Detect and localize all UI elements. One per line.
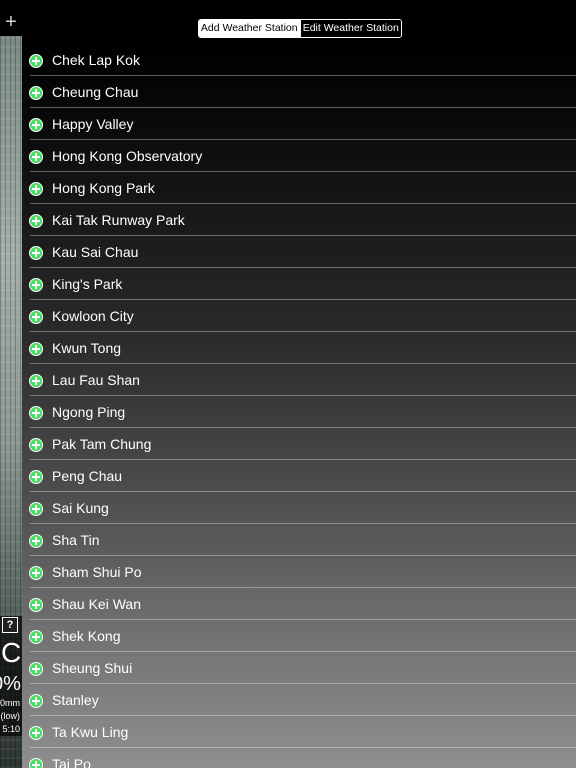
station-row[interactable]: Cheung Chau	[22, 76, 576, 108]
station-name: Sheung Shui	[52, 660, 133, 676]
station-name: Shek Kong	[52, 628, 121, 644]
station-name: Lau Fau Shan	[52, 372, 140, 388]
station-row[interactable]: Hong Kong Park	[22, 172, 576, 204]
plus-icon[interactable]: +	[2, 12, 20, 32]
side-humidity: 0%	[0, 673, 21, 695]
station-row[interactable]: Ngong Ping	[22, 396, 576, 428]
station-row[interactable]: Happy Valley	[22, 108, 576, 140]
station-name: Sham Shui Po	[52, 564, 142, 580]
station-row[interactable]: Ta Kwu Ling	[22, 716, 576, 748]
station-row[interactable]: Sai Kung	[22, 492, 576, 524]
station-row[interactable]: Sha Tin	[22, 524, 576, 556]
add-station-icon[interactable]	[29, 726, 43, 740]
station-row[interactable]: Lau Fau Shan	[22, 364, 576, 396]
station-name: Sai Kung	[52, 500, 109, 516]
station-name: Kai Tak Runway Park	[52, 212, 185, 228]
station-name: Peng Chau	[52, 468, 123, 484]
station-name: Ta Kwu Ling	[52, 724, 129, 740]
station-row[interactable]: Sheung Shui	[22, 652, 576, 684]
station-row[interactable]: King's Park	[22, 268, 576, 300]
add-station-icon[interactable]	[29, 566, 43, 580]
add-station-icon[interactable]	[29, 406, 43, 420]
add-station-icon[interactable]	[29, 758, 43, 768]
station-name: King's Park	[52, 276, 123, 292]
station-name: Kwun Tong	[52, 340, 122, 356]
add-station-icon[interactable]	[29, 470, 43, 484]
station-name: Cheung Chau	[52, 84, 139, 100]
station-name: Shau Kei Wan	[52, 596, 141, 612]
add-station-icon[interactable]	[29, 342, 43, 356]
add-station-icon[interactable]	[29, 310, 43, 324]
edit-weather-station-tab[interactable]: Edit Weather Station	[299, 20, 401, 37]
add-station-icon[interactable]	[29, 118, 43, 132]
add-station-icon[interactable]	[29, 662, 43, 676]
station-row[interactable]: Pak Tam Chung	[22, 428, 576, 460]
add-station-icon[interactable]	[29, 374, 43, 388]
station-mode-control: Add Weather Station Edit Weather Station	[198, 19, 402, 38]
add-station-icon[interactable]	[29, 694, 43, 708]
side-uv-level: (low)	[0, 711, 21, 721]
station-name: Kowloon City	[52, 308, 134, 324]
add-station-icon[interactable]	[29, 182, 43, 196]
station-row[interactable]: Stanley	[22, 684, 576, 716]
station-name: Chek Lap Kok	[52, 52, 140, 68]
add-station-icon[interactable]	[29, 438, 43, 452]
station-row[interactable]: Tai Po	[22, 748, 576, 768]
station-name: Tai Po	[52, 756, 91, 768]
station-row[interactable]: Kai Tak Runway Park	[22, 204, 576, 236]
side-update-time: 5:10	[2, 724, 20, 734]
station-row[interactable]: Shek Kong	[22, 620, 576, 652]
station-row[interactable]: Sham Shui Po	[22, 556, 576, 588]
side-temperature: C	[1, 637, 22, 668]
add-station-icon[interactable]	[29, 598, 43, 612]
add-station-icon[interactable]	[29, 54, 43, 68]
add-station-icon[interactable]	[29, 534, 43, 548]
station-name: Sha Tin	[52, 532, 100, 548]
station-name: Stanley	[52, 692, 99, 708]
station-row[interactable]: Chek Lap Kok	[22, 44, 576, 76]
add-station-icon[interactable]	[29, 150, 43, 164]
station-row[interactable]: Shau Kei Wan	[22, 588, 576, 620]
station-name: Hong Kong Observatory	[52, 148, 203, 164]
station-row[interactable]: Kwun Tong	[22, 332, 576, 364]
add-station-icon[interactable]	[29, 278, 43, 292]
side-rainfall: 0mm	[0, 698, 20, 708]
station-name: Kau Sai Chau	[52, 244, 139, 260]
add-station-icon[interactable]	[29, 502, 43, 516]
station-name: Pak Tam Chung	[52, 436, 152, 452]
station-name: Hong Kong Park	[52, 180, 155, 196]
help-icon[interactable]: ?	[2, 617, 18, 633]
station-row[interactable]: Hong Kong Observatory	[22, 140, 576, 172]
station-name: Ngong Ping	[52, 404, 126, 420]
add-station-icon[interactable]	[29, 630, 43, 644]
station-name: Happy Valley	[52, 116, 134, 132]
add-station-icon[interactable]	[29, 246, 43, 260]
station-row[interactable]: Peng Chau	[22, 460, 576, 492]
station-row[interactable]: Kowloon City	[22, 300, 576, 332]
add-weather-station-tab[interactable]: Add Weather Station	[199, 20, 300, 37]
station-list: Chek Lap Kok Cheung Chau Happy Valley Hong …	[22, 44, 576, 768]
add-station-icon[interactable]	[29, 86, 43, 100]
add-station-icon[interactable]	[29, 214, 43, 228]
station-row[interactable]: Kau Sai Chau	[22, 236, 576, 268]
